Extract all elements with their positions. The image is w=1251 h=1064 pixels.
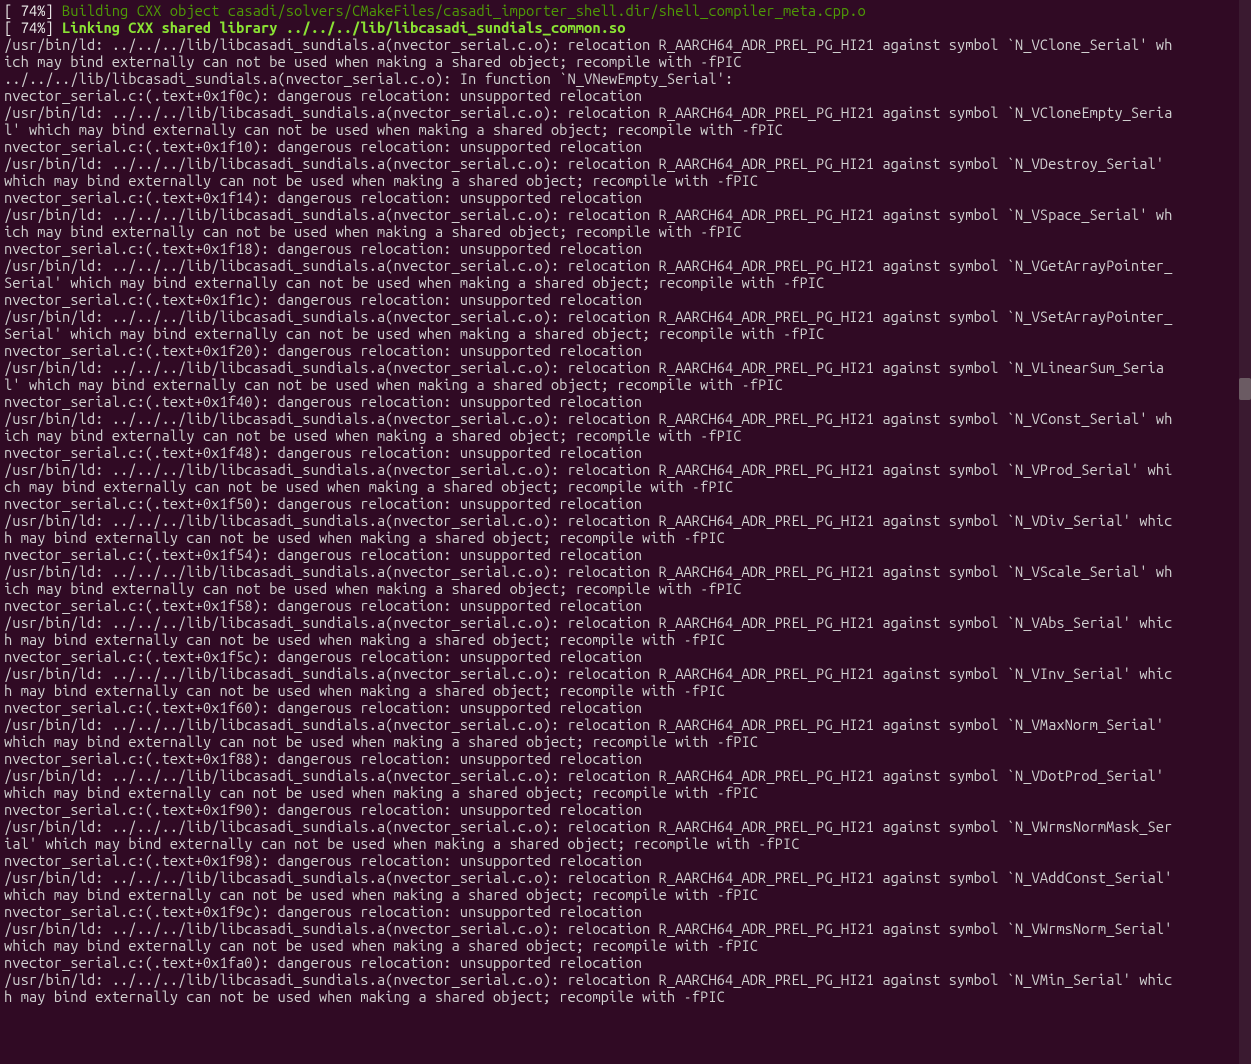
scrollbar[interactable] <box>1239 0 1251 1064</box>
progress-message: Building CXX object casadi/solvers/CMake… <box>62 2 866 19</box>
progress-prefix: [ 74%] <box>4 2 62 19</box>
progress-message: Linking CXX shared library ../../../lib/… <box>62 19 625 36</box>
linker-error-log: /usr/bin/ld: ../../../lib/libcasadi_sund… <box>4 36 1180 1005</box>
terminal-output[interactable]: [ 74%] Building CXX object casadi/solver… <box>0 0 1184 1007</box>
build-progress-line-2: [ 74%] Linking CXX shared library ../../… <box>4 19 625 36</box>
progress-prefix: [ 74%] <box>4 19 62 36</box>
scrollbar-thumb[interactable] <box>1239 378 1251 400</box>
build-progress-line-1: [ 74%] Building CXX object casadi/solver… <box>4 2 866 19</box>
